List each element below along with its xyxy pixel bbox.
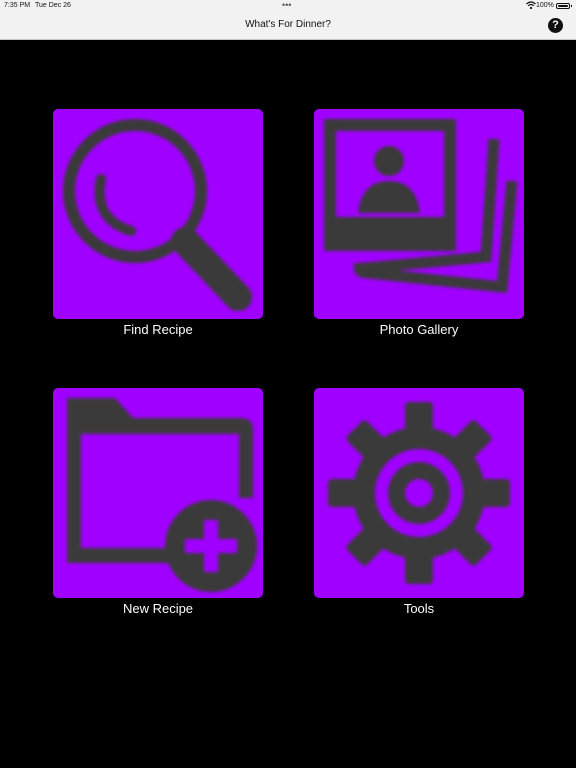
status-bar: 7:35 PM Tue Dec 26 ••• 100% [0,0,576,12]
page-title: What's For Dinner? [245,19,331,30]
photo-gallery-label: Photo Gallery [379,322,459,337]
folder-add-icon [67,398,257,592]
tools-button[interactable] [314,388,524,598]
battery-percentage: 100% [536,2,554,9]
help-icon: ? [552,19,559,31]
help-button[interactable]: ? [548,18,563,33]
new-recipe-label: New Recipe [122,601,194,616]
wifi-icon [526,1,536,10]
find-recipe-button[interactable] [53,109,263,319]
tools-label: Tools [403,601,435,616]
status-time: 7:35 PM [4,2,31,9]
battery-icon [556,3,572,9]
new-recipe-button[interactable] [53,388,263,598]
magnifying-glass-icon [63,119,252,311]
photo-gallery-button[interactable] [314,109,524,319]
gear-icon [328,402,510,584]
status-date: Tue Dec 26 [35,2,71,9]
multitasking-dots[interactable]: ••• [282,0,291,10]
navigation-bar: What's For Dinner? ? [0,12,576,40]
photo-gallery-icon [324,119,518,294]
find-recipe-label: Find Recipe [123,322,193,337]
